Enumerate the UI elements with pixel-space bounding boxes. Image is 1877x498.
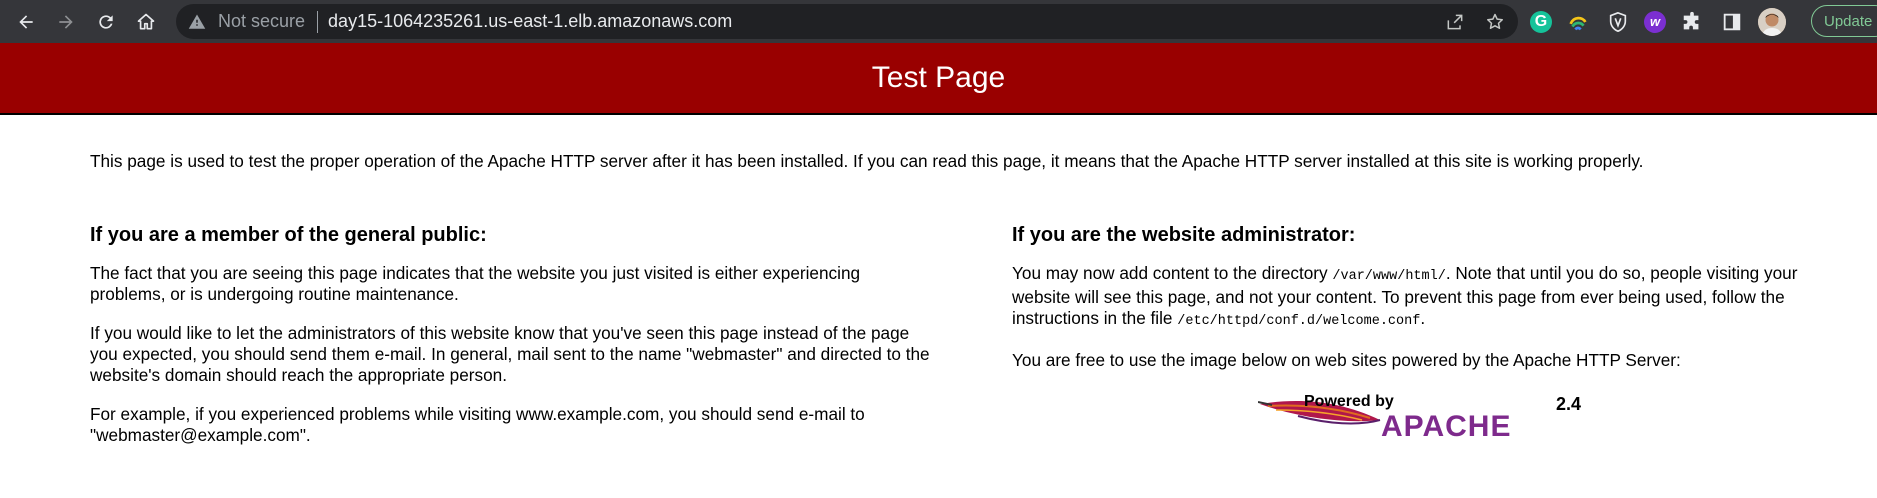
w-extension-icon[interactable]: w: [1644, 10, 1666, 33]
powered-by-apache-logo: Powered by APACHE 2.4: [1258, 393, 1581, 440]
color-extension-icon[interactable]: [1564, 8, 1592, 36]
side-panel-icon[interactable]: [1718, 8, 1746, 36]
shield-extension-icon[interactable]: [1604, 8, 1632, 36]
apache-brand-text: APACHE: [1381, 410, 1511, 440]
reload-icon: [99, 14, 113, 29]
avatar-face-icon: [1758, 7, 1786, 36]
grammarly-extension-icon[interactable]: G: [1530, 10, 1552, 33]
welcome-conf-path: /etc/httpd/conf.d/welcome.conf: [1177, 314, 1421, 329]
public-paragraph-3: For example, if you experienced problems…: [90, 404, 865, 445]
address-bar[interactable]: Not secure day15-1064235261.us-east-1.el…: [176, 4, 1518, 39]
html-directory-path: /var/www/html/: [1332, 269, 1446, 284]
admin-text-a: You may now add content to the directory: [1012, 263, 1333, 283]
warning-icon[interactable]: [186, 11, 208, 33]
browser-toolbar: Not secure day15-1064235261.us-east-1.el…: [0, 0, 1877, 43]
omnibox-divider: [317, 10, 319, 33]
security-status[interactable]: Not secure: [218, 11, 305, 32]
reload-button[interactable]: [86, 0, 126, 43]
arrow-left-icon: [19, 14, 33, 29]
version-text: 2.4: [1556, 394, 1581, 414]
public-heading: If you are a member of the general publi…: [90, 224, 487, 246]
public-paragraph-2: If you would like to let the administrat…: [90, 323, 930, 385]
intro-paragraph: This page is used to test the proper ope…: [90, 151, 1644, 171]
share-icon[interactable]: [1442, 9, 1468, 35]
admin-section: If you are the website administrator: Yo…: [1012, 223, 1852, 389]
admin-paragraph-1: You may now add content to the directory…: [1012, 263, 1852, 332]
home-icon: [137, 13, 155, 29]
public-paragraph-1: The fact that you are seeing this page i…: [90, 263, 861, 304]
home-button[interactable]: [126, 0, 166, 43]
update-button[interactable]: Update: [1811, 5, 1877, 37]
page-banner: Test Page: [0, 43, 1877, 115]
public-section: If you are a member of the general publi…: [90, 223, 930, 464]
arrow-right-icon: [59, 14, 73, 29]
admin-heading: If you are the website administrator:: [1012, 224, 1356, 246]
powered-by-text: Powered by: [1304, 393, 1394, 410]
admin-text-c: .: [1420, 308, 1426, 328]
back-button[interactable]: [6, 0, 46, 43]
omnibox-actions: [1442, 4, 1508, 39]
puzzle-extensions-icon[interactable]: [1678, 8, 1706, 36]
url-text[interactable]: day15-1064235261.us-east-1.elb.amazonaws…: [328, 11, 732, 32]
admin-paragraph-2: You are free to use the image below on w…: [1012, 350, 1681, 370]
extensions-area: G w: [1530, 0, 1786, 43]
page-title: Test Page: [871, 61, 1006, 94]
forward-button[interactable]: [46, 0, 86, 43]
bookmark-star-icon[interactable]: [1482, 9, 1508, 35]
profile-avatar[interactable]: [1758, 7, 1786, 36]
